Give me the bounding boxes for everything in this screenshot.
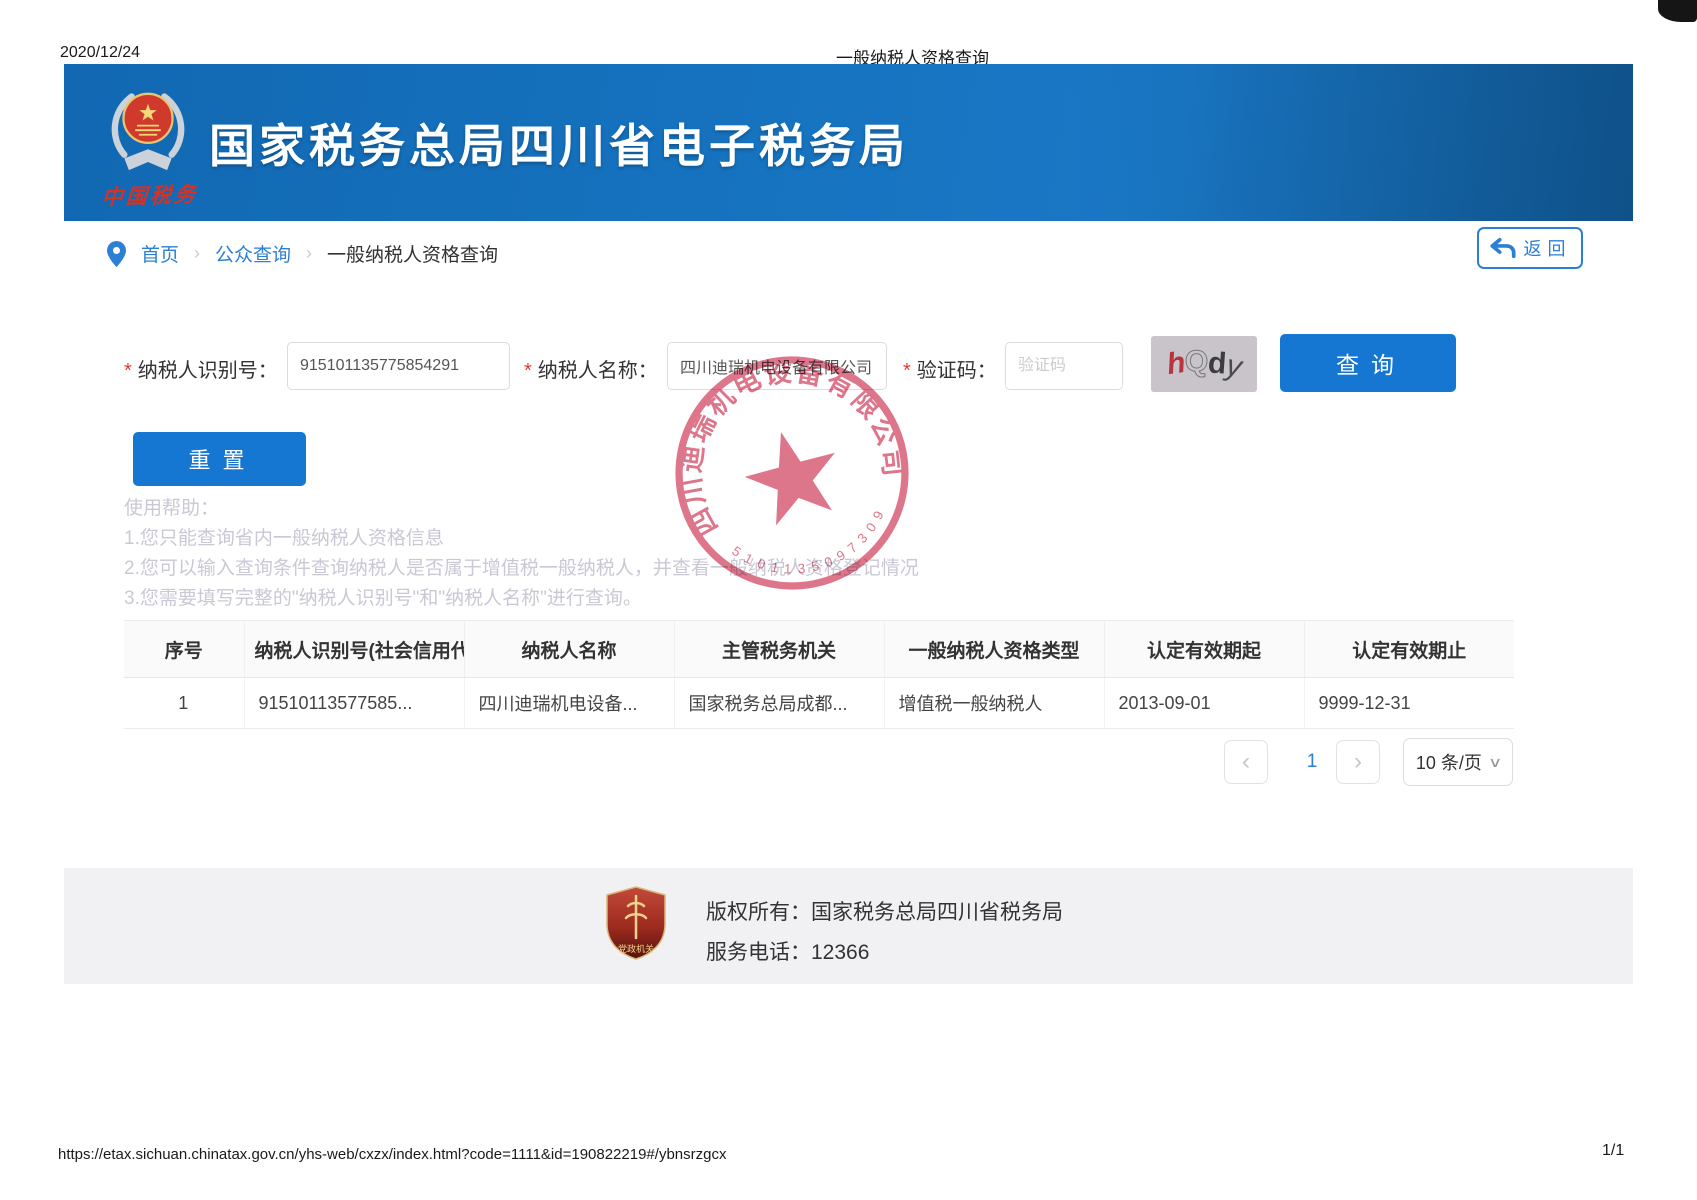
footer-badge-icon: 党政机关 — [604, 884, 668, 962]
col-valid-from: 认定有效期起 — [1104, 621, 1304, 678]
tax-emblem-logo — [98, 82, 198, 182]
breadcrumb-home[interactable]: 首页 — [141, 240, 179, 267]
usage-help: 使用帮助： 1.您只能查询省内一般纳税人资格信息 2.您可以输入查询条件查询纳税… — [124, 494, 919, 614]
pagination-prev-button[interactable]: ‹ — [1224, 740, 1268, 784]
cell-valid-to: 9999-12-31 — [1304, 678, 1514, 729]
help-line: 3.您需要填写完整的"纳税人识别号"和"纳税人名称"进行查询。 — [124, 584, 919, 614]
footer — [64, 868, 1633, 984]
scanned-page: 2020/12/24 一般纳税人资格查询 中国税务 国家税务总局四川省电子税务局… — [0, 0, 1697, 1200]
location-pin-icon — [107, 241, 126, 267]
required-star-icon: * — [903, 360, 911, 382]
breadcrumb-current: 一般纳税人资格查询 — [327, 240, 498, 267]
help-line: 1.您只能查询省内一般纳税人资格信息 — [124, 524, 919, 554]
results-table: 序号 纳税人识别号(社会信用代码) 纳税人名称 主管税务机关 一般纳税人资格类型… — [124, 620, 1514, 729]
scan-artifact — [1658, 0, 1697, 22]
col-seq: 序号 — [124, 621, 244, 678]
page-size-dropdown[interactable]: 10 条/页 ∨ — [1403, 738, 1513, 786]
help-line: 2.您可以输入查询条件查询纳税人是否属于增值税一般纳税人，并查看一般纳税人资格登… — [124, 554, 919, 584]
help-title: 使用帮助： — [124, 494, 919, 524]
col-qualification-type: 一般纳税人资格类型 — [884, 621, 1104, 678]
breadcrumb: 首页 › 公众查询 › 一般纳税人资格查询 — [107, 240, 498, 267]
cell-valid-from: 2013-09-01 — [1104, 678, 1304, 729]
col-taxpayer-id: 纳税人识别号(社会信用代码) — [244, 621, 464, 678]
logo-caption: 中国税务 — [89, 178, 211, 212]
cell-seq: 1 — [124, 678, 244, 729]
col-tax-authority: 主管税务机关 — [674, 621, 884, 678]
breadcrumb-separator-icon: › — [194, 243, 200, 264]
col-valid-to: 认定有效期止 — [1304, 621, 1514, 678]
pagination-current-page[interactable]: 1 — [1290, 751, 1334, 773]
caret-down-icon: ∨ — [1488, 754, 1502, 771]
table-header-row: 序号 纳税人识别号(社会信用代码) 纳税人名称 主管税务机关 一般纳税人资格类型… — [124, 621, 1514, 678]
breadcrumb-public-query[interactable]: 公众查询 — [215, 240, 291, 267]
footer-copyright: 版权所有：国家税务总局四川省税务局 — [706, 896, 1063, 926]
captcha-label: *验证码： — [903, 354, 997, 383]
footer-phone: 服务电话：12366 — [706, 936, 869, 966]
site-banner: 中国税务 国家税务总局四川省电子税务局 — [64, 64, 1633, 221]
page-size-value: 10 条/页 — [1416, 749, 1482, 775]
cell-tax-authority: 国家税务总局成都... — [674, 678, 884, 729]
cell-taxpayer-id: 91510113577585... — [244, 678, 464, 729]
reset-button[interactable]: 重置 — [133, 432, 306, 486]
taxpayer-id-input[interactable] — [287, 342, 510, 390]
taxpayer-name-input[interactable] — [667, 342, 887, 390]
taxpayer-name-label: *纳税人名称： — [524, 354, 658, 383]
site-title: 国家税务总局四川省电子税务局 — [209, 64, 909, 221]
chevron-left-icon: ‹ — [1242, 748, 1250, 776]
query-button[interactable]: 查询 — [1280, 334, 1456, 392]
captcha-char: Q — [1185, 347, 1208, 377]
table-row: 1 91510113577585... 四川迪瑞机电设备... 国家税务总局成都… — [124, 678, 1514, 729]
required-star-icon: * — [524, 360, 532, 382]
required-star-icon: * — [124, 360, 132, 382]
back-arrow-icon — [1489, 237, 1517, 259]
print-date: 2020/12/24 — [60, 44, 140, 62]
pagination-next-button[interactable]: › — [1336, 740, 1380, 784]
cell-qualification-type: 增值税一般纳税人 — [884, 678, 1104, 729]
chevron-right-icon: › — [1354, 748, 1362, 776]
taxpayer-id-label: *纳税人识别号： — [124, 354, 278, 383]
print-url: https://etax.sichuan.chinatax.gov.cn/yhs… — [58, 1146, 726, 1163]
badge-label: 党政机关 — [618, 943, 654, 954]
captcha-char: h — [1165, 348, 1187, 380]
print-page-indicator: 1/1 — [1602, 1142, 1624, 1160]
captcha-input[interactable] — [1005, 342, 1123, 390]
col-taxpayer-name: 纳税人名称 — [464, 621, 674, 678]
cell-taxpayer-name: 四川迪瑞机电设备... — [464, 678, 674, 729]
captcha-image[interactable]: h Q d y — [1151, 336, 1257, 392]
back-button-label: 返回 — [1524, 235, 1572, 261]
breadcrumb-separator-icon: › — [306, 243, 312, 264]
back-button[interactable]: 返回 — [1477, 227, 1583, 269]
